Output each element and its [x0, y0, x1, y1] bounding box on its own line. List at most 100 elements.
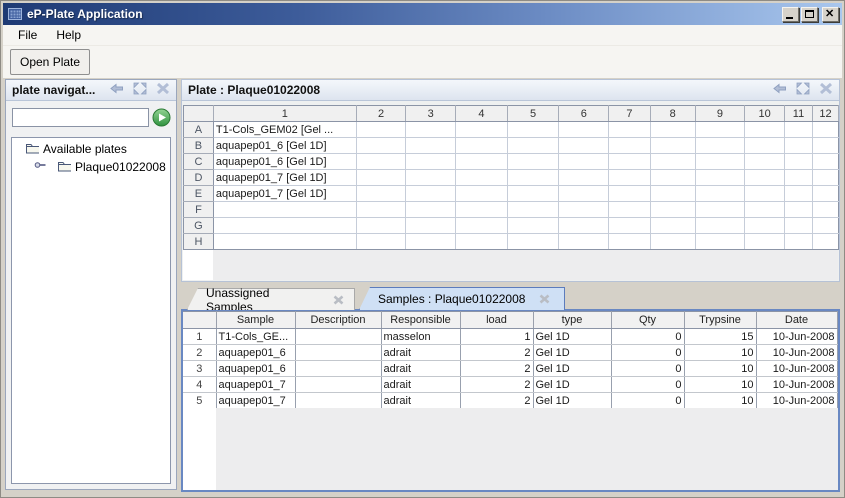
well-D5[interactable] [507, 170, 559, 186]
well-D10[interactable] [745, 170, 785, 186]
well-E7[interactable] [609, 186, 651, 202]
well-F8[interactable] [650, 202, 695, 218]
sample-cell[interactable]: 0 [611, 393, 684, 409]
maximize-button[interactable] [801, 7, 818, 22]
well-B1[interactable]: aquapep01_6 [Gel 1D] [213, 138, 356, 154]
well-G3[interactable] [406, 218, 456, 234]
well-D6[interactable] [559, 170, 609, 186]
well-E1[interactable]: aquapep01_7 [Gel 1D] [213, 186, 356, 202]
sample-row-4[interactable]: 4aquapep01_7adrait2Gel 1D01010-Jun-2008 [183, 377, 837, 393]
sample-cell[interactable]: 2 [460, 345, 533, 361]
well-A8[interactable] [650, 122, 695, 138]
well-G9[interactable] [695, 218, 745, 234]
sample-cell[interactable]: adrait [381, 393, 460, 409]
well-A2[interactable] [356, 122, 406, 138]
well-G12[interactable] [812, 218, 838, 234]
sample-cell[interactable]: adrait [381, 345, 460, 361]
sample-cell[interactable]: 10 [684, 393, 756, 409]
well-D4[interactable] [456, 170, 508, 186]
well-F5[interactable] [507, 202, 559, 218]
sample-cell[interactable] [295, 361, 381, 377]
sample-cell[interactable]: 2 [460, 377, 533, 393]
well-C4[interactable] [456, 154, 508, 170]
well-D2[interactable] [356, 170, 406, 186]
well-B12[interactable] [812, 138, 838, 154]
well-A10[interactable] [745, 122, 785, 138]
well-E11[interactable] [785, 186, 813, 202]
navigator-expand-panel-icon[interactable] [133, 82, 147, 95]
well-C11[interactable] [785, 154, 813, 170]
sample-cell[interactable]: 5 [183, 393, 216, 409]
sample-cell[interactable]: Gel 1D [533, 377, 611, 393]
sample-cell[interactable]: adrait [381, 361, 460, 377]
menu-item-file[interactable]: File [12, 26, 43, 44]
well-G7[interactable] [609, 218, 651, 234]
well-D12[interactable] [812, 170, 838, 186]
samples-col-header-Date[interactable]: Date [756, 312, 837, 329]
well-A1[interactable]: T1-Cols_GEM02 [Gel ... [213, 122, 356, 138]
plate-dock-left-icon[interactable] [773, 82, 787, 95]
navigator-dock-left-icon[interactable] [110, 82, 124, 95]
well-H8[interactable] [650, 234, 695, 250]
sample-cell[interactable]: Gel 1D [533, 393, 611, 409]
sample-cell[interactable] [295, 345, 381, 361]
sample-cell[interactable]: Gel 1D [533, 345, 611, 361]
well-C1[interactable]: aquapep01_6 [Gel 1D] [213, 154, 356, 170]
samples-col-header-Qty[interactable]: Qty [611, 312, 684, 329]
sample-row-2[interactable]: 2aquapep01_6adrait2Gel 1D01010-Jun-2008 [183, 345, 837, 361]
sample-cell[interactable]: aquapep01_7 [216, 393, 295, 409]
well-F6[interactable] [559, 202, 609, 218]
well-G6[interactable] [559, 218, 609, 234]
well-G10[interactable] [745, 218, 785, 234]
well-A7[interactable] [609, 122, 651, 138]
plate-close-panel-icon[interactable] [819, 82, 833, 95]
well-E9[interactable] [695, 186, 745, 202]
sample-cell[interactable]: 10 [684, 377, 756, 393]
well-D3[interactable] [406, 170, 456, 186]
well-A4[interactable] [456, 122, 508, 138]
well-H10[interactable] [745, 234, 785, 250]
well-C2[interactable] [356, 154, 406, 170]
tree-node-root[interactable]: Available plates [12, 138, 170, 157]
well-C12[interactable] [812, 154, 838, 170]
samples-col-header-type[interactable]: type [533, 312, 611, 329]
well-H1[interactable] [213, 234, 356, 250]
well-B8[interactable] [650, 138, 695, 154]
well-H11[interactable] [785, 234, 813, 250]
sample-cell[interactable]: aquapep01_6 [216, 345, 295, 361]
well-E3[interactable] [406, 186, 456, 202]
sample-cell[interactable] [295, 377, 381, 393]
well-F4[interactable] [456, 202, 508, 218]
well-F9[interactable] [695, 202, 745, 218]
samples-col-header-load[interactable]: load [460, 312, 533, 329]
well-H9[interactable] [695, 234, 745, 250]
sample-cell[interactable]: 1 [460, 329, 533, 345]
well-A5[interactable] [507, 122, 559, 138]
sample-cell[interactable]: 0 [611, 377, 684, 393]
well-B11[interactable] [785, 138, 813, 154]
well-C3[interactable] [406, 154, 456, 170]
sample-cell[interactable]: 10-Jun-2008 [756, 329, 837, 345]
tree-handle-icon[interactable] [34, 160, 48, 173]
well-E5[interactable] [507, 186, 559, 202]
sample-cell[interactable]: adrait [381, 377, 460, 393]
well-A6[interactable] [559, 122, 609, 138]
well-F1[interactable] [213, 202, 356, 218]
well-B10[interactable] [745, 138, 785, 154]
sample-cell[interactable]: 0 [611, 345, 684, 361]
well-F2[interactable] [356, 202, 406, 218]
menu-item-help[interactable]: Help [50, 26, 87, 44]
well-G5[interactable] [507, 218, 559, 234]
sample-cell[interactable]: 10-Jun-2008 [756, 377, 837, 393]
sample-cell[interactable]: 15 [684, 329, 756, 345]
title-bar[interactable]: eP-Plate Application ✕ [3, 3, 842, 25]
tab-samples-plate[interactable]: Samples : Plaque01022008 [359, 287, 565, 310]
well-E6[interactable] [559, 186, 609, 202]
well-B5[interactable] [507, 138, 559, 154]
sample-cell[interactable]: 10 [684, 361, 756, 377]
well-D1[interactable]: aquapep01_7 [Gel 1D] [213, 170, 356, 186]
sample-cell[interactable]: Gel 1D [533, 329, 611, 345]
navigator-close-panel-icon[interactable] [156, 82, 170, 95]
well-H7[interactable] [609, 234, 651, 250]
well-D8[interactable] [650, 170, 695, 186]
